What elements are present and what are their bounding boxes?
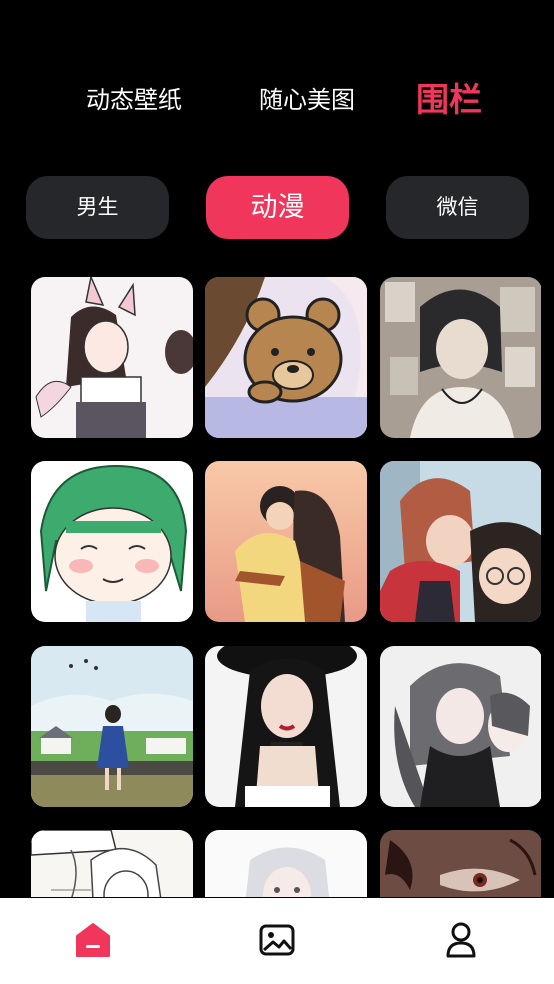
sketch-boy-image[interactable] <box>31 830 193 897</box>
gray-hair-anime-image[interactable] <box>380 646 541 807</box>
tab-fence[interactable]: 围栏 <box>416 70 482 130</box>
hugging-couple-image[interactable] <box>205 461 367 622</box>
white-hair-girl-image[interactable] <box>205 830 367 897</box>
category-chips: 男生 动漫 微信 <box>0 176 554 239</box>
dark-hair-boy-image[interactable] <box>380 277 541 438</box>
tab-random-pictures[interactable]: 随心美图 <box>259 70 355 130</box>
top-tab-bar: 动态壁纸 随心美图 围栏 <box>0 70 554 130</box>
anime-cat-girl-image[interactable] <box>31 277 193 438</box>
dark-eyes-closeup-image[interactable] <box>380 830 541 897</box>
tab-dynamic-wallpaper[interactable]: 动态壁纸 <box>86 70 182 130</box>
gallery-icon[interactable] <box>257 920 297 960</box>
bottom-navigation <box>0 898 554 984</box>
image-grid <box>31 277 541 897</box>
girl-by-river-image[interactable] <box>31 646 193 807</box>
anime-couple-image[interactable] <box>380 461 541 622</box>
home-icon[interactable] <box>73 920 113 960</box>
teddy-bear-image[interactable] <box>205 277 367 438</box>
black-hair-woman-image[interactable] <box>205 646 367 807</box>
chip-anime[interactable]: 动漫 <box>206 176 349 239</box>
green-hair-chibi-image[interactable] <box>31 461 193 622</box>
chip-wechat[interactable]: 微信 <box>386 176 529 239</box>
profile-icon[interactable] <box>441 920 481 960</box>
chip-boys[interactable]: 男生 <box>26 176 169 239</box>
